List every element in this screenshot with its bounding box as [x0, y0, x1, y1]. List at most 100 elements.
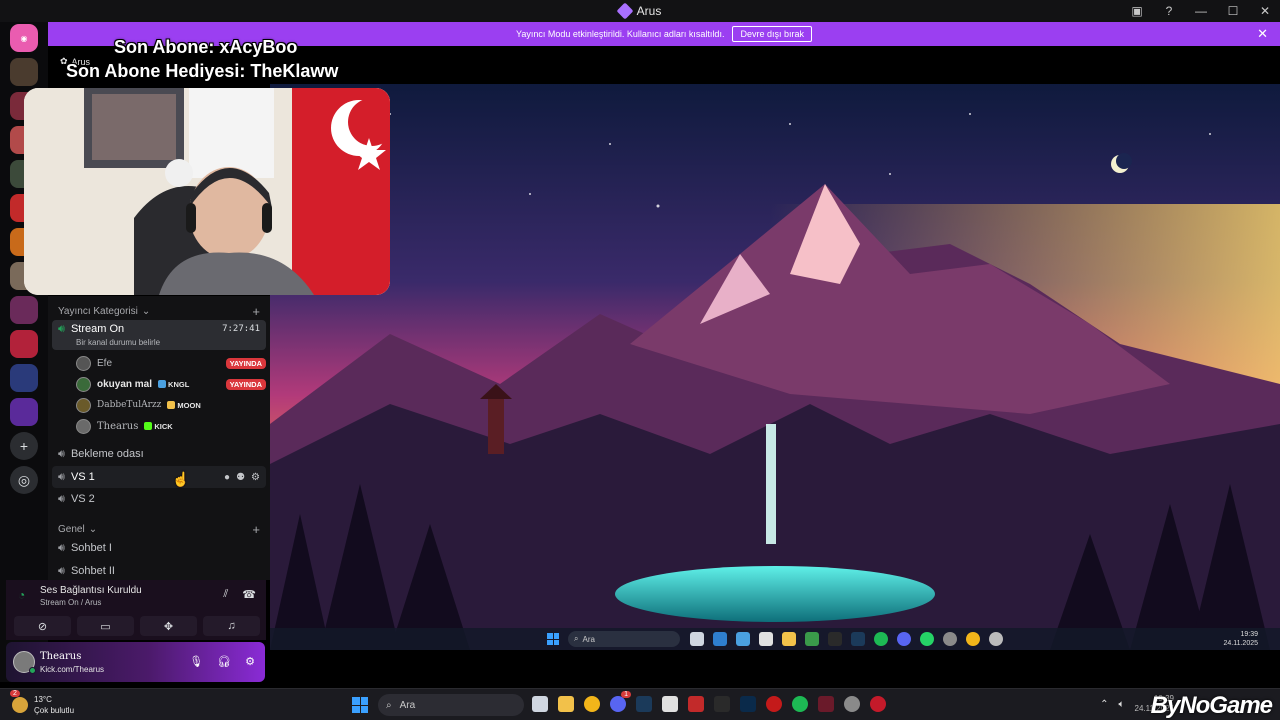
- member-tag: MOON: [167, 401, 201, 410]
- server-icon-arus[interactable]: [10, 398, 38, 426]
- camera-off-icon[interactable]: ⊘: [14, 616, 71, 636]
- category-streamer[interactable]: Yayıncı Kategorisi ⌄ +: [58, 304, 260, 319]
- opera-icon[interactable]: [870, 696, 886, 712]
- last-sub-overlay: Son Abone: xAcyBoo: [114, 37, 298, 57]
- epic-icon[interactable]: [714, 696, 730, 712]
- server-icon[interactable]: [10, 330, 38, 358]
- channel-sohbet-2[interactable]: 🔊︎ Sohbet II: [52, 560, 266, 582]
- member-tag-label: KNGL: [168, 379, 190, 389]
- activities-icon[interactable]: ✥: [140, 616, 197, 636]
- app-icon[interactable]: [818, 696, 834, 712]
- user-name[interactable]: Thearus: [40, 651, 81, 662]
- chevron-down-icon: ⌄: [88, 524, 98, 535]
- spotify-icon[interactable]: [874, 632, 888, 646]
- webcam-image: [24, 88, 390, 295]
- app-icon[interactable]: [713, 632, 727, 646]
- channel-name: VS 2: [70, 493, 95, 505]
- server-icon[interactable]: [10, 296, 38, 324]
- volume-icon[interactable]: 🔈︎: [1119, 699, 1125, 710]
- add-server-icon[interactable]: +: [10, 432, 38, 460]
- spotify-icon[interactable]: [792, 696, 808, 712]
- last-gift-overlay: Son Abone Hediyesi: TheKlaww: [66, 61, 339, 81]
- close-button[interactable]: ✕: [1258, 4, 1272, 18]
- voice-member[interactable]: Thearus KICK: [76, 416, 266, 436]
- channel-vs2[interactable]: 🔊︎ VS 2: [52, 488, 266, 510]
- tag-icon: [158, 380, 167, 388]
- live-badge: YAYINDA: [225, 357, 266, 369]
- discord-icon[interactable]: 1: [610, 691, 631, 712]
- headphones-icon[interactable]: 🎧︎: [217, 655, 231, 668]
- discord-icon[interactable]: [897, 632, 911, 646]
- add-channel-icon[interactable]: +: [252, 304, 260, 319]
- app-icon[interactable]: [766, 696, 782, 712]
- voice-location[interactable]: Stream On / Arus: [40, 598, 101, 607]
- chrome-icon[interactable]: [584, 696, 600, 712]
- voice-header-buttons: ⫽ ☎: [223, 588, 256, 601]
- channel-sohbet-1[interactable]: 🔊︎ Sohbet I: [52, 537, 266, 559]
- channel-vs1[interactable]: 🔊︎ VS 1 ● ⚉ ⚙: [52, 466, 266, 488]
- app-icon[interactable]: [688, 696, 704, 712]
- app-icon[interactable]: [989, 632, 1003, 646]
- voice-member[interactable]: DabbeTulArzz MOON: [76, 395, 266, 415]
- app-icon[interactable]: [844, 696, 860, 712]
- inbox-icon[interactable]: ▣: [1130, 4, 1144, 18]
- whatsapp-icon[interactable]: [920, 632, 934, 646]
- screen-share-icon[interactable]: ▭: [77, 616, 134, 636]
- taskview-icon[interactable]: [532, 696, 548, 712]
- chat-icon[interactable]: ●: [224, 472, 230, 483]
- weather-widget[interactable]: 2 13°C Çok bulutlu: [10, 690, 75, 716]
- steam-icon[interactable]: [636, 696, 652, 712]
- folder-icon[interactable]: [782, 632, 796, 646]
- banner-close-icon[interactable]: ✕: [1257, 26, 1268, 42]
- speaker-icon: 🔊︎: [58, 564, 65, 577]
- channel-waiting-room[interactable]: 🔊︎ Bekleme odası: [52, 443, 266, 465]
- app-icon[interactable]: [805, 632, 819, 646]
- temperature: 13°C: [34, 695, 52, 704]
- channel-stream-on[interactable]: 🔊︎ Stream On 7:27:41 Bir kanal durumu be…: [52, 320, 266, 350]
- chrome-icon[interactable]: [966, 632, 980, 646]
- noise-suppression-icon[interactable]: ⫽: [223, 588, 228, 601]
- help-icon[interactable]: ?: [1162, 4, 1176, 18]
- tag-icon: [144, 422, 153, 430]
- steam-icon[interactable]: [851, 632, 865, 646]
- invite-icon[interactable]: ⚉: [236, 472, 245, 483]
- taskview-icon[interactable]: [690, 632, 704, 646]
- avatar: [76, 355, 91, 371]
- explore-icon[interactable]: ◎: [10, 466, 38, 494]
- voice-member[interactable]: Efe YAYINDA: [76, 353, 266, 373]
- voice-status[interactable]: Ses Bağlantısı Kuruldu: [40, 585, 142, 596]
- chevron-up-icon[interactable]: ⌃: [1100, 699, 1108, 710]
- photoshop-icon[interactable]: [740, 696, 756, 712]
- minimize-button[interactable]: —: [1194, 4, 1208, 18]
- maximize-button[interactable]: ☐: [1226, 4, 1240, 18]
- server-icon[interactable]: [10, 58, 38, 86]
- disable-streamer-mode-button[interactable]: Devre dışı bırak: [732, 26, 812, 42]
- folder-icon[interactable]: [558, 696, 574, 712]
- app-icon[interactable]: [736, 632, 750, 646]
- soundboard-icon[interactable]: ♫: [203, 616, 260, 636]
- weather-desc: Çok bulutlu: [34, 706, 75, 715]
- discord-home-icon[interactable]: ◉: [10, 24, 38, 52]
- banner-text: Yayıncı Modu etkinleştirildi. Kullanıcı …: [516, 29, 725, 39]
- inner-start-icon[interactable]: [547, 633, 559, 645]
- inner-search-box[interactable]: ⌕ Ara: [568, 631, 680, 647]
- app-icon[interactable]: [828, 632, 842, 646]
- channel-status-prompt[interactable]: Bir kanal durumu belirle: [76, 338, 160, 347]
- app-icon[interactable]: [662, 696, 678, 712]
- microphone-icon[interactable]: 🎙︎: [189, 655, 203, 668]
- store-icon[interactable]: [759, 632, 773, 646]
- gear-icon[interactable]: ⚙: [251, 472, 260, 483]
- weather-icon: [12, 697, 28, 713]
- voice-member[interactable]: okuyan mal KNGL YAYINDA: [76, 374, 266, 394]
- server-icon[interactable]: [10, 364, 38, 392]
- add-channel-icon[interactable]: +: [252, 522, 260, 537]
- taskbar-search[interactable]: ⌕ Ara: [378, 694, 524, 716]
- start-icon[interactable]: [352, 697, 368, 713]
- speaker-icon: 🔊︎: [58, 470, 65, 483]
- settings-gear-icon[interactable]: ⚙: [245, 655, 255, 668]
- disconnect-icon[interactable]: ☎: [242, 588, 256, 601]
- app-icon[interactable]: [943, 632, 957, 646]
- live-badge: YAYINDA: [225, 378, 266, 390]
- search-icon: ⌕: [386, 699, 392, 711]
- category-general[interactable]: Genel ⌄ +: [58, 522, 260, 537]
